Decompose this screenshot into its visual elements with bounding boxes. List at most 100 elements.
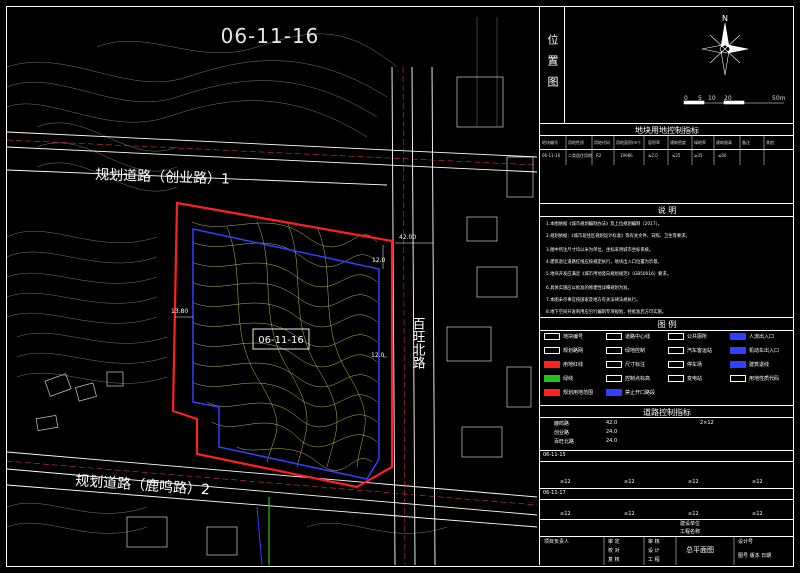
location-label-text: 位置图	[546, 33, 559, 97]
legend-item: 机动车出入口	[730, 347, 779, 354]
control-table-grid	[565, 135, 765, 165]
north-setback-dimension: 12.0	[372, 257, 386, 264]
legend-item: 绿线	[544, 375, 573, 382]
legend-label: 规划路网	[563, 348, 584, 354]
legend-swatch	[544, 347, 560, 354]
legend-item: 控制点标高	[606, 375, 650, 382]
legend-item: 尺寸标注	[606, 361, 645, 368]
location-map-label: 位置图	[540, 7, 565, 123]
divider	[540, 499, 794, 500]
compass-north-label: N	[722, 14, 728, 23]
road-row-1-b: 2×12	[700, 420, 714, 426]
legend-item: 道路中心线	[606, 333, 650, 340]
legend-item: 人流出入口	[730, 333, 774, 340]
legend-swatch	[668, 333, 684, 340]
block-a-cell-2: ≥12	[624, 479, 635, 485]
legend-item: 用地红线	[544, 361, 583, 368]
road-row-2-a: 24.0	[606, 429, 618, 435]
block-b-cell-1: ≥12	[560, 511, 571, 517]
note-4: 4.建筑退让道路红线应按规定执行，地块出入口位置为示意。	[546, 260, 662, 265]
legend-item: 停车场	[668, 361, 702, 368]
road-width-dimension: 42.00	[399, 234, 416, 241]
legend-swatch	[606, 375, 622, 382]
legend-label: 建筑退线	[749, 362, 770, 368]
plot-label: 06-11-16	[258, 335, 303, 346]
note-5: 5.地块开发应满足《城市用地竖向规划规范》（GB50016）要求。	[546, 272, 672, 277]
legend-swatch	[730, 333, 746, 340]
legend-item: 用地性质代码	[730, 375, 779, 382]
divider	[540, 519, 794, 520]
legend-swatch	[606, 333, 622, 340]
divider	[540, 123, 794, 124]
legend-label: 公共厕所	[687, 334, 708, 340]
block-a-cell-4: ≥12	[752, 479, 763, 485]
legend-label: 控制点标高	[625, 376, 651, 382]
legend-label: 机动车出入口	[749, 348, 780, 354]
block-b-label: 06-11-17	[543, 490, 566, 496]
divider	[540, 317, 794, 318]
divider	[540, 488, 794, 489]
design-unit: 建设单位	[680, 521, 701, 527]
legend-item: 规划用地范围	[544, 389, 593, 396]
plot-code-title: 06-11-16	[220, 24, 320, 48]
legend-item: 变电站	[668, 375, 702, 382]
footer-grid	[603, 536, 735, 565]
west-setback-dimension: 13.80	[171, 308, 188, 315]
north-arrow-icon: N	[701, 14, 749, 76]
notes-title: 说 明	[657, 206, 677, 215]
note-7: 7.本图未尽事宜按国家及地方有关法律法规执行。	[546, 298, 641, 303]
block-a-cell-1: ≥12	[560, 479, 571, 485]
legend-title: 图 例	[657, 320, 677, 329]
setback-line-blue	[192, 228, 380, 480]
legend-item: 规划路网	[544, 347, 583, 354]
legend-swatch	[544, 389, 560, 396]
block-b-cell-2: ≥12	[624, 511, 635, 517]
legend-label: 汽车客运站	[687, 348, 713, 354]
block-a-cell-3: ≥12	[688, 479, 699, 485]
block-b-cell-4: ≥12	[752, 511, 763, 517]
scale-tick-20: 20	[724, 95, 732, 102]
legend-item: 地块编号	[544, 333, 583, 340]
legend-label: 人流出入口	[749, 334, 775, 340]
note-3: 3.图中所注尺寸均以米为单位，坐标采用城市坐标系统。	[546, 248, 654, 253]
legend-swatch	[668, 361, 684, 368]
scale-tick-10: 10	[708, 95, 716, 102]
legend-label: 绿线	[563, 376, 574, 382]
legend-item: 绿地控制	[606, 347, 645, 354]
legend-label: 规划用地范围	[563, 390, 594, 396]
legend-label: 变电站	[687, 376, 703, 382]
note-2: 2.规划依据：《城市居住区规划设计标准》等有关文件、日照、卫生等要求。	[546, 234, 690, 239]
scale-tick-0: 0	[684, 95, 688, 102]
legend-item: 公共厕所	[668, 333, 707, 340]
east-setback-dimension: 12.0	[371, 352, 385, 359]
divider	[540, 450, 794, 451]
project-name: 工程名称	[680, 529, 701, 535]
terrain-contours	[7, 17, 498, 534]
legend-swatch	[730, 361, 746, 368]
divider	[540, 203, 794, 204]
divider	[540, 405, 794, 406]
legend-swatch	[544, 361, 560, 368]
legend-label: 尺寸标注	[625, 362, 646, 368]
scale-tick-50m: 50m	[772, 95, 786, 102]
legend-swatch	[606, 389, 622, 396]
divider	[540, 417, 794, 418]
legend-label: 道路中心线	[625, 334, 651, 340]
divider	[540, 461, 794, 462]
road-lines	[7, 66, 538, 565]
legend-label: 用地红线	[563, 362, 584, 368]
legend-swatch	[668, 375, 684, 382]
scale-tick-5: 5	[698, 95, 702, 102]
legend-label: 停车场	[687, 362, 703, 368]
blue-boundary-south	[256, 506, 263, 565]
upper-road-name: 规划道路（创业路）1	[95, 167, 230, 188]
legend-swatch	[730, 347, 746, 354]
road-row-1-name: 鹿鸣路	[554, 421, 570, 427]
note-6: 6.具体实施应以批准的修建性详细规划为准。	[546, 286, 632, 291]
legend: 地块编号 道路中心线 公共厕所 人流出入口规划路网 绿地控制 汽车客运站 机动车出入口用地红…	[540, 333, 794, 403]
site-plan-map: 06-11-16 规划道路（创业路）1 规划道路（鹿鸣路）2 百旺北路 42.0…	[7, 17, 538, 565]
east-road-name: 百旺北路	[410, 317, 426, 369]
legend-label: 用地性质代码	[749, 376, 780, 382]
info-panel: 位置图 N 0 5 10 20 50m 地块用地控制指标 地块编号 用地性质 用…	[539, 7, 794, 565]
road-row-1-a: 42.0	[606, 420, 618, 426]
